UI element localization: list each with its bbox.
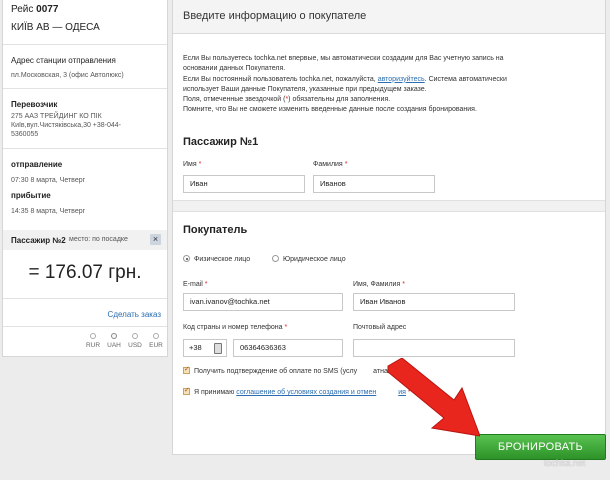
- info-text: Если Вы пользуетесь tochka.net впервые, …: [183, 54, 593, 116]
- close-icon[interactable]: ×: [150, 234, 161, 245]
- section-divider: [173, 200, 605, 212]
- label-text: Код страны и номер телефона: [183, 324, 283, 331]
- phone-input[interactable]: 06364636363: [233, 339, 343, 357]
- currency-label: RUR: [85, 342, 101, 349]
- first-name-label: Имя *: [183, 161, 201, 168]
- radio-dot-icon: [153, 333, 159, 339]
- info-line: Если Вы постоянный пользователь tochka.n…: [183, 75, 593, 85]
- currency-option-rur[interactable]: RUR: [83, 333, 103, 349]
- order-summary-sidebar: Рейс 0077 КИЇВ АВ — ОДЕСА Адрес станции …: [2, 0, 168, 357]
- checkbox-checked-icon: [183, 386, 190, 395]
- label-text: Имя, Фамилия: [353, 281, 401, 288]
- radio-label: Юридическое лицо: [283, 256, 346, 263]
- info-line: Помните, что Вы не сможете изменить введ…: [183, 106, 477, 114]
- route-name: КИЇВ АВ — ОДЕСА: [11, 22, 100, 33]
- divider: [3, 148, 167, 149]
- arrival-time: 14:35 8 марта, Четверг: [11, 208, 86, 215]
- first-name-input[interactable]: Иван: [183, 175, 305, 193]
- radio-selected-icon: [183, 255, 190, 262]
- radio-individual[interactable]: Физическое лицо: [183, 255, 250, 263]
- passenger-section-title: Пассажир №1: [183, 136, 259, 148]
- radio-legal-entity[interactable]: Юридическое лицо: [272, 255, 346, 263]
- carrier-name: 275 ААЗ ТРЕЙДИНГ КО ПІК: [11, 113, 102, 120]
- currency-option-eur[interactable]: EUR: [146, 333, 166, 349]
- buyer-section-title: Покупатель: [183, 224, 248, 236]
- info-text-part: Если Вы постоянный пользователь tochka.n…: [183, 75, 376, 83]
- carrier-address: Київ,вул.Чистяківська,30 +38-044-: [11, 122, 122, 129]
- postal-address-input[interactable]: [353, 339, 515, 357]
- info-line: основании данных Покупателя.: [183, 65, 286, 73]
- divider: [3, 88, 167, 89]
- required-star: *: [198, 161, 202, 168]
- passenger-summary-title: Пассажир №2: [11, 236, 66, 245]
- red-arrow-annotation-icon: [387, 358, 480, 437]
- fullname-input[interactable]: Иван Иванов: [353, 293, 515, 311]
- currency-label: UAH: [107, 342, 121, 349]
- departure-station-address: пл.Московская, 3 (офис Автолюкс): [11, 72, 124, 79]
- required-star: *: [344, 161, 348, 168]
- currency-label: USD: [128, 342, 142, 349]
- terms-checkbox[interactable]: Я принимаю соглашение об условиях создан…: [183, 386, 411, 396]
- terms-link[interactable]: соглашение об условиях создания и отмен: [236, 389, 376, 396]
- label-text: Имя: [183, 161, 197, 168]
- label-text: E-mail: [183, 281, 203, 288]
- radio-dot-icon: [132, 333, 138, 339]
- sms-confirmation-checkbox[interactable]: Получить подтверждение об оплате по SMS …: [183, 365, 394, 375]
- email-label: E-mail *: [183, 281, 208, 288]
- departure-time: 07:30 8 марта, Четверг: [11, 177, 86, 184]
- radio-dot-icon: [111, 333, 117, 339]
- phone-icon: [214, 343, 222, 354]
- currency-label: EUR: [149, 342, 163, 349]
- info-text-part: . Система автоматически: [424, 75, 507, 83]
- divider: [3, 326, 167, 327]
- trip-label: Рейс: [11, 4, 34, 15]
- passenger-seat: место: по посадке: [69, 236, 128, 243]
- radio-label: Физическое лицо: [194, 256, 251, 263]
- info-text-part: Поля, отмеченные звездочкой (: [183, 96, 286, 104]
- info-line: Если Вы пользуетесь tochka.net впервые, …: [183, 55, 504, 62]
- fullname-label: Имя, Фамилия *: [353, 281, 405, 288]
- watermark: tochka.net: [544, 458, 586, 468]
- departure-station-label: Адрес станции отправления: [11, 56, 116, 65]
- departure-label: отправление: [11, 160, 63, 169]
- total-price: = 176.07 грн.: [28, 262, 142, 283]
- checkbox-label: Я принимаю: [194, 389, 235, 396]
- info-line: Поля, отмеченные звездочкой (*) обязател…: [183, 95, 593, 105]
- required-star: *: [402, 281, 405, 288]
- change-order-link[interactable]: Сделать заказ: [108, 310, 161, 319]
- trip-number: 0077: [36, 4, 59, 15]
- country-code-value: +38: [189, 343, 202, 352]
- checkbox-checked-icon: [183, 365, 190, 374]
- book-button[interactable]: БРОНИРОВАТЬ: [475, 434, 606, 460]
- divider: [3, 44, 167, 45]
- last-name-input[interactable]: Иванов: [313, 175, 435, 193]
- info-text-part: ) обязательны для заполнения.: [288, 96, 391, 104]
- panel-title: Введите информацию о покупателе: [183, 10, 367, 22]
- passenger-summary-row: Пассажир №2 место: по посадке ×: [3, 230, 167, 250]
- radio-dot-icon: [90, 333, 96, 339]
- radio-icon: [272, 255, 279, 262]
- arrival-label: прибытие: [11, 191, 51, 200]
- checkbox-label: Получить подтверждение об оплате по SMS …: [194, 368, 358, 375]
- phone-label: Код страны и номер телефона *: [183, 324, 287, 331]
- panel-header: Введите информацию о покупателе: [173, 0, 605, 34]
- postal-address-label: Почтовый адрес: [353, 324, 407, 331]
- currency-option-uah[interactable]: UAH: [104, 333, 124, 349]
- login-link[interactable]: авторизуйтесь: [378, 76, 425, 83]
- currency-selector: RUR UAH USD EUR: [83, 333, 167, 355]
- carrier-label: Перевозчик: [11, 100, 58, 109]
- divider: [3, 298, 167, 299]
- currency-option-usd[interactable]: USD: [125, 333, 145, 349]
- label-text: Фамилия: [313, 161, 343, 168]
- email-input[interactable]: ivan.ivanov@tochka.net: [183, 293, 343, 311]
- required-star: *: [204, 281, 208, 288]
- country-code-select[interactable]: +38: [183, 339, 227, 357]
- carrier-phone: 5360055: [11, 131, 39, 138]
- info-line: использует Ваши данные Покупателя, указа…: [183, 85, 427, 93]
- trip-number-line: Рейс 0077: [11, 4, 58, 15]
- last-name-label: Фамилия *: [313, 161, 347, 168]
- required-star: *: [284, 324, 288, 331]
